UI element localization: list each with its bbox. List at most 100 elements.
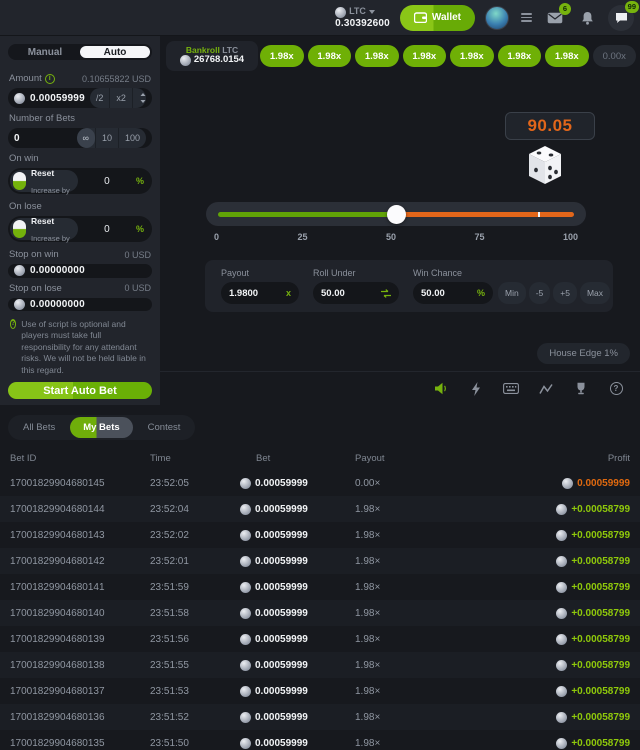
turbo-button[interactable]	[468, 381, 484, 397]
menu-icon[interactable]	[519, 11, 534, 24]
win-chance-label: Win Chance	[413, 268, 610, 278]
bets-tabs: All BetsMy BetsContest	[8, 415, 195, 440]
col-bet: Bet	[240, 453, 355, 464]
ltc-coin-icon	[556, 686, 567, 697]
infinity-bets-button[interactable]: ∞	[77, 128, 95, 148]
ltc-coin-icon	[240, 556, 251, 567]
bet-id: 17001829904680144	[10, 504, 150, 515]
live-stats-button[interactable]	[538, 381, 554, 397]
bet-id: 17001829904680135	[10, 738, 150, 749]
stop-on-lose-usd: 0 USD	[124, 283, 151, 293]
currency-selector[interactable]: LTC 0.30392600	[335, 7, 390, 29]
on-win-value[interactable]: 0	[78, 176, 136, 187]
bets-tab[interactable]: All Bets	[10, 417, 68, 438]
multiplier-pill[interactable]: 1.98x	[545, 45, 589, 67]
table-row[interactable]: 17001829904680145 23:52:05 0.00059999 0.…	[0, 470, 640, 496]
tab-manual[interactable]: Manual	[10, 46, 80, 58]
bet-id: 17001829904680142	[10, 556, 150, 567]
double-amount-button[interactable]: x2	[109, 88, 132, 108]
bets-history-section: All BetsMy BetsContest Bet ID Time Bet P…	[0, 405, 640, 750]
fairness-button[interactable]	[573, 381, 589, 397]
ltc-coin-icon	[180, 55, 191, 66]
win-chance-step-button[interactable]: Max	[580, 282, 610, 304]
start-auto-bet-button[interactable]: Start Auto Bet	[8, 382, 152, 399]
bets-100-button[interactable]: 100	[118, 128, 146, 148]
multiplier-pill[interactable]: 1.98x	[308, 45, 352, 67]
bet-id: 17001829904680140	[10, 608, 150, 619]
on-lose-value[interactable]: 0	[78, 224, 136, 235]
bet-parameters-panel: Payout 1.9800 x Roll Under 50.00 Win Cha…	[205, 260, 613, 312]
on-lose-toggle[interactable]: Reset Increase by	[10, 218, 78, 240]
slider-handle[interactable]	[387, 205, 406, 224]
bankroll-display: Bankroll LTC 26768.0154	[166, 41, 258, 71]
bet-id: 17001829904680137	[10, 686, 150, 697]
hotkeys-button[interactable]	[503, 381, 519, 397]
table-row[interactable]: 17001829904680135 23:51:50 0.00059999 1.…	[0, 730, 640, 750]
table-row[interactable]: 17001829904680140 23:51:58 0.00059999 1.…	[0, 600, 640, 626]
win-chance-step-button[interactable]: -5	[529, 282, 551, 304]
bet-profit: +0.00058799	[485, 660, 630, 671]
bet-id: 17001829904680138	[10, 660, 150, 671]
payout-input[interactable]: 1.9800 x	[221, 282, 299, 304]
multiplier-pill[interactable]: 1.98x	[260, 45, 304, 67]
bet-profit: 0.00059999	[485, 478, 630, 489]
bet-amount: 0.00059999	[240, 530, 355, 541]
toggle-icon	[13, 220, 26, 238]
mail-button[interactable]: 6	[544, 7, 566, 29]
roll-slider[interactable]	[206, 202, 586, 226]
tab-auto[interactable]: Auto	[80, 46, 150, 58]
win-chance-step-button[interactable]: +5	[553, 282, 577, 304]
wallet-balance: 0.30392600	[335, 18, 390, 29]
multiplier-pill[interactable]: 1.98x	[403, 45, 447, 67]
table-row[interactable]: 17001829904680136 23:51:52 0.00059999 1.…	[0, 704, 640, 730]
bet-time: 23:51:50	[150, 738, 240, 749]
table-row[interactable]: 17001829904680143 23:52:02 0.00059999 1.…	[0, 522, 640, 548]
multiplier-pill[interactable]: 1.98x	[450, 45, 494, 67]
multiplier-pill[interactable]: 1.98x	[498, 45, 542, 67]
bets-tab[interactable]: My Bets	[70, 417, 132, 438]
multiplier-pill[interactable]: 0.00x	[593, 45, 637, 67]
stop-on-lose-input[interactable]: 0.00000000	[8, 298, 152, 311]
wallet-button[interactable]: Wallet	[400, 5, 475, 31]
table-row[interactable]: 17001829904680144 23:52:04 0.00059999 1.…	[0, 496, 640, 522]
chat-button[interactable]: 99	[608, 5, 634, 31]
ltc-coin-icon	[240, 686, 251, 697]
on-lose-label: On lose	[9, 201, 42, 212]
cycle-amount-button[interactable]	[132, 88, 146, 108]
table-row[interactable]: 17001829904680139 23:51:56 0.00059999 1.…	[0, 626, 640, 652]
stop-on-win-input[interactable]: 0.00000000	[8, 264, 152, 277]
col-profit: Profit	[485, 453, 630, 464]
bet-controls-panel: Manual Auto Amounti 0.10655822 USD 0.000…	[0, 36, 160, 405]
bet-payout: 1.98×	[355, 530, 485, 541]
notifications-button[interactable]	[576, 7, 598, 29]
stop-on-lose-label: Stop on lose	[9, 283, 62, 294]
table-row[interactable]: 17001829904680137 23:51:53 0.00059999 1.…	[0, 678, 640, 704]
multiplier-pill[interactable]: 1.98x	[355, 45, 399, 67]
bet-payout: 1.98×	[355, 686, 485, 697]
bet-profit: +0.00058799	[485, 556, 630, 567]
half-amount-button[interactable]: /2	[90, 88, 110, 108]
avatar[interactable]	[485, 6, 509, 30]
bolt-icon	[471, 382, 481, 396]
table-row[interactable]: 17001829904680142 23:52:01 0.00059999 1.…	[0, 548, 640, 574]
number-of-bets-input[interactable]: 0 ∞ 10 100	[8, 128, 152, 148]
bet-amount: 0.00059999	[240, 660, 355, 671]
bet-amount: 0.00059999	[240, 504, 355, 515]
roll-under-input[interactable]: 50.00	[313, 282, 399, 304]
help-button[interactable]: ?	[608, 381, 624, 397]
bet-profit: +0.00058799	[485, 530, 630, 541]
bets-tab[interactable]: Contest	[135, 417, 194, 438]
win-chance-input[interactable]: 50.00 %	[413, 282, 493, 304]
table-row[interactable]: 17001829904680141 23:51:59 0.00059999 1.…	[0, 574, 640, 600]
swap-icon[interactable]	[381, 289, 391, 298]
ltc-coin-icon	[240, 634, 251, 645]
sound-button[interactable]	[433, 381, 449, 397]
on-win-toggle[interactable]: Reset Increase by	[10, 170, 78, 192]
reset-label: Reset	[31, 168, 54, 178]
table-row[interactable]: 17001829904680138 23:51:55 0.00059999 1.…	[0, 652, 640, 678]
scale-label: 75	[474, 232, 484, 242]
win-chance-step-button[interactable]: Min	[498, 282, 526, 304]
amount-input[interactable]: 0.00059999 /2 x2	[8, 88, 152, 108]
bets-10-button[interactable]: 10	[95, 128, 118, 148]
payout-label: Payout	[221, 268, 299, 278]
